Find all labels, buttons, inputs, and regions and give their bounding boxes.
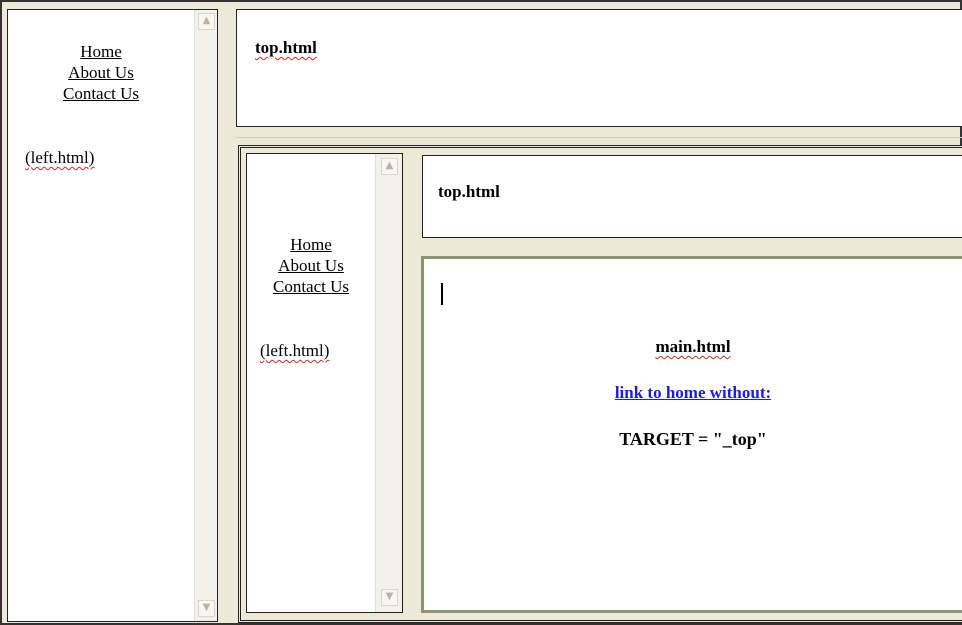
scroll-down-button[interactable]: ▼ (198, 600, 215, 617)
scroll-up-button[interactable]: ▲ (198, 13, 215, 30)
left-nav: Home About Us Contact Us (8, 41, 194, 104)
nav-link-home[interactable]: Home (8, 41, 194, 62)
left-frame-scrollbar[interactable]: ▲ ▼ (194, 10, 217, 621)
link-to-home[interactable]: link to home without: (615, 383, 771, 402)
inner-nav-link-contact-us[interactable]: Contact Us (247, 276, 375, 297)
top-frame-title: top.html (255, 38, 317, 57)
inner-nav-link-home[interactable]: Home (247, 234, 375, 255)
inner-left-scrollbar[interactable]: ▲ ▼ (375, 154, 402, 612)
top-frame: top.html (236, 9, 962, 127)
inner-left-frame: Home About Us Contact Us (left.html) ▲ ▼ (246, 153, 403, 613)
main-content: main.html link to home without: TARGET =… (424, 337, 962, 450)
inner-top-frame-title: top.html (438, 182, 500, 201)
left-frame-note: (left.html) (25, 148, 95, 167)
left-frame: Home About Us Contact Us (left.html) ▲ ▼ (7, 9, 218, 622)
inner-left-frame-note: (left.html) (260, 341, 330, 360)
chevron-up-icon: ▲ (202, 15, 211, 26)
inner-top-frame: top.html (422, 155, 962, 238)
inner-scroll-up-button[interactable]: ▲ (381, 158, 398, 175)
nav-link-contact-us[interactable]: Contact Us (8, 83, 194, 104)
main-frame-title: main.html (655, 337, 731, 356)
nav-link-about-us[interactable]: About Us (8, 62, 194, 83)
target-text: TARGET = "_top" (619, 429, 767, 449)
chevron-down-icon: ▼ (202, 602, 211, 613)
inner-main-frame: main.html link to home without: TARGET =… (421, 256, 962, 613)
frame-splitter[interactable] (236, 137, 962, 138)
text-cursor (441, 283, 443, 305)
inner-chevron-down-icon: ▼ (385, 591, 394, 602)
inner-nav-link-about-us[interactable]: About Us (247, 255, 375, 276)
inner-left-nav: Home About Us Contact Us (247, 234, 375, 297)
inner-scroll-down-button[interactable]: ▼ (381, 589, 398, 606)
inner-chevron-up-icon: ▲ (385, 160, 394, 171)
